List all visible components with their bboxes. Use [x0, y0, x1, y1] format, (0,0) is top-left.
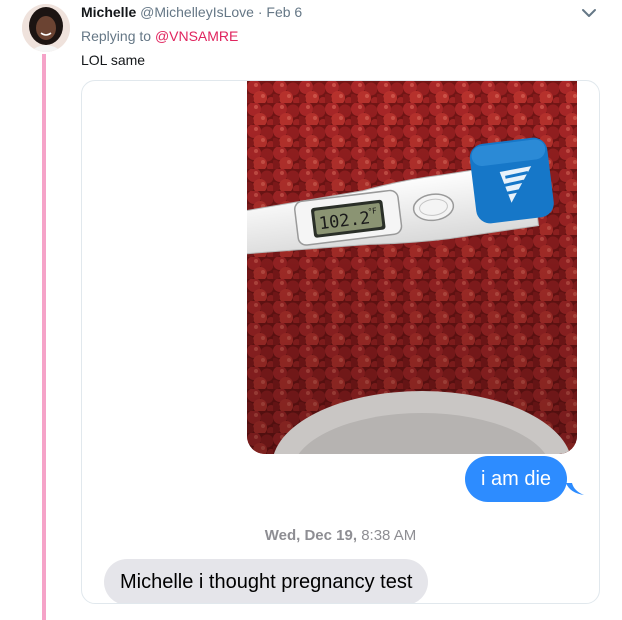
thermometer-photo[interactable]: 102.2 °F [247, 81, 577, 454]
tweet-media-card[interactable]: 102.2 °F i am die Wed, Dec 19, 8:38 AM M… [81, 80, 600, 604]
message-timestamp: Wed, Dec 19, 8:38 AM [82, 527, 599, 544]
thread-connector-line [42, 54, 46, 620]
received-message-bubble: Michelle i thought pregnancy test [104, 559, 429, 603]
replying-prefix: Replying to [81, 28, 152, 44]
avatar[interactable] [22, 4, 70, 52]
author-handle[interactable]: @MichelleyIsLove [140, 4, 254, 20]
sent-message-bubble: i am die [465, 456, 568, 502]
replying-mention-link[interactable]: @VNSAMRE [155, 28, 238, 44]
timestamp-time: 8:38 AM [361, 527, 417, 544]
sent-bubble-tail [566, 483, 584, 495]
thermometer-unit: °F [368, 206, 378, 216]
author-name[interactable]: Michelle [81, 4, 136, 20]
header-separator: · [257, 4, 263, 20]
timestamp-day: Wed, Dec 19, [264, 527, 358, 544]
avatar-portrait [22, 4, 70, 52]
replying-to: Replying to @VNSAMRE [81, 28, 238, 44]
chevron-down-icon[interactable] [580, 6, 598, 20]
tweet-header: Michelle @MichelleyIsLove · Feb 6 [81, 4, 302, 20]
tweet-text: LOL same [81, 52, 146, 68]
tweet-date[interactable]: Feb 6 [266, 4, 302, 20]
